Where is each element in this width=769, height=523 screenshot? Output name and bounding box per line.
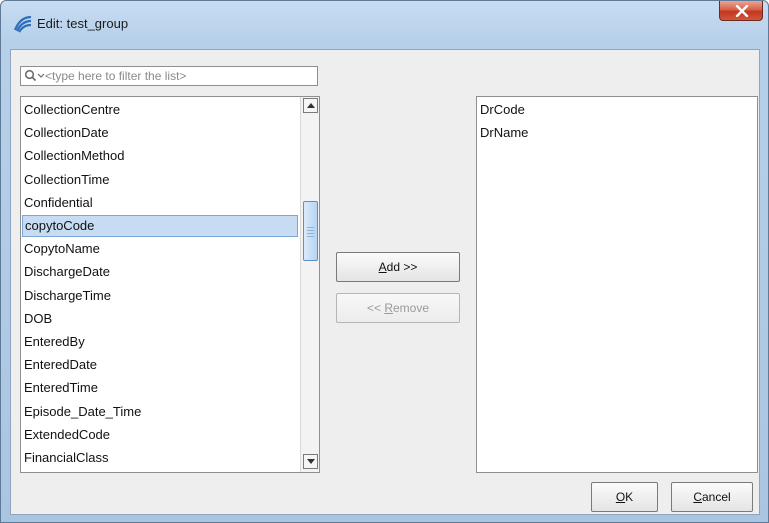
list-item[interactable]: DischargeDate: [22, 261, 298, 283]
remove-button[interactable]: << Remove: [336, 293, 460, 323]
search-icon: [24, 69, 45, 82]
filter-field[interactable]: [20, 66, 318, 86]
window-title: Edit: test_group: [37, 16, 129, 31]
list-item[interactable]: DrName: [478, 122, 748, 144]
chevron-up-icon: [307, 103, 315, 108]
chevron-down-icon: [307, 459, 315, 464]
list-item[interactable]: Confidential: [22, 192, 298, 214]
cancel-button[interactable]: Cancel: [671, 482, 753, 512]
scroll-thumb[interactable]: [303, 201, 318, 261]
title-bar[interactable]: Edit: test_group: [1, 1, 768, 49]
list-item[interactable]: Episode_Date_Time: [22, 401, 298, 423]
list-item[interactable]: DischargeTime: [22, 285, 298, 307]
scroll-down-button[interactable]: [303, 454, 318, 469]
app-logo-icon: [13, 15, 32, 33]
list-item[interactable]: ExtendedCode: [22, 424, 298, 446]
list-item[interactable]: EnteredBy: [22, 331, 298, 353]
available-fields-list[interactable]: CollectionCentre CollectionDate Collection…: [20, 96, 320, 473]
ok-button[interactable]: OK: [591, 482, 658, 512]
list-item[interactable]: EnteredTime: [22, 377, 298, 399]
close-button[interactable]: [719, 1, 763, 21]
list-item[interactable]: EnteredDate: [22, 354, 298, 376]
edit-dialog: Edit: test_group CollectionCentreCollect…: [0, 0, 769, 523]
list-item[interactable]: DrCode: [478, 99, 748, 121]
list-item[interactable]: FinancialClass: [22, 447, 298, 469]
list-item[interactable]: CollectionTime: [22, 169, 298, 191]
selected-fields-list[interactable]: DrCode DrName: [476, 96, 758, 473]
list-item[interactable]: CollectionDate: [22, 122, 298, 144]
filter-input[interactable]: [45, 68, 313, 84]
add-button[interactable]: Add >>: [336, 252, 460, 282]
list-item[interactable]: copytoCode: [22, 215, 298, 237]
close-icon: [735, 5, 749, 17]
list-item[interactable]: DOB: [22, 308, 298, 330]
scroll-up-button[interactable]: [303, 98, 318, 113]
list-item[interactable]: CopytoName: [22, 238, 298, 260]
list-item[interactable]: CollectionCentre: [22, 99, 298, 121]
list-item[interactable]: CollectionMethod: [22, 145, 298, 167]
available-list-scrollbar[interactable]: [300, 97, 319, 472]
dialog-content: CollectionCentreCollectionDateCollection…: [10, 49, 760, 515]
